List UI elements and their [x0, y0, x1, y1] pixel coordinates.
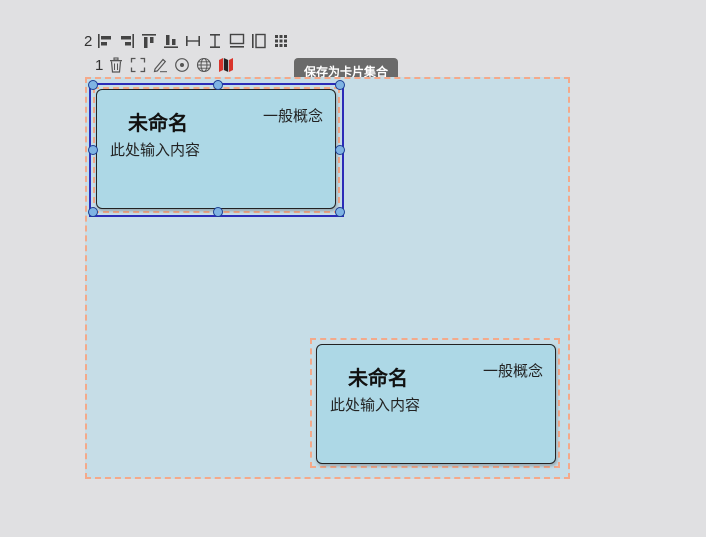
distribute-vertical-icon[interactable] — [206, 31, 224, 51]
map-icon[interactable] — [217, 55, 235, 75]
distribute-horizontal-icon[interactable] — [184, 31, 202, 51]
align-bottom-icon[interactable] — [162, 31, 180, 51]
same-height-icon[interactable] — [250, 31, 268, 51]
card-content[interactable]: 此处输入内容 — [330, 394, 420, 415]
card-type-label[interactable]: 一般概念 — [483, 360, 543, 381]
delete-icon[interactable] — [107, 55, 125, 75]
card-title[interactable]: 未命名 — [348, 362, 408, 391]
resize-handle-right[interactable] — [335, 145, 345, 155]
align-right-icon[interactable] — [118, 31, 136, 51]
align-left-icon[interactable] — [96, 31, 114, 51]
edit-icon[interactable] — [151, 55, 169, 75]
resize-handle-top-left[interactable] — [88, 80, 98, 90]
single-select-toolbar: 1 — [95, 55, 239, 75]
card-title[interactable]: 未命名 — [128, 107, 188, 136]
same-width-icon[interactable] — [228, 31, 246, 51]
resize-handle-bottom-left[interactable] — [88, 207, 98, 217]
resize-handle-bottom[interactable] — [213, 207, 223, 217]
globe-icon[interactable] — [195, 55, 213, 75]
target-icon[interactable] — [173, 55, 191, 75]
concept-card[interactable]: 未命名 一般概念 此处输入内容 — [316, 344, 556, 464]
resize-handle-bottom-right[interactable] — [335, 207, 345, 217]
resize-handle-top[interactable] — [213, 80, 223, 90]
selected-count: 2 — [84, 32, 93, 50]
grid-arrange-icon[interactable] — [272, 31, 290, 51]
fullscreen-icon[interactable] — [129, 55, 147, 75]
card-type-label[interactable]: 一般概念 — [263, 105, 323, 126]
resize-handle-left[interactable] — [88, 145, 98, 155]
selected-count: 1 — [95, 56, 104, 74]
multi-select-toolbar: 2 — [84, 31, 294, 51]
resize-handle-top-right[interactable] — [335, 80, 345, 90]
concept-card[interactable]: 未命名 一般概念 此处输入内容 — [96, 89, 336, 209]
card-content[interactable]: 此处输入内容 — [110, 139, 200, 160]
align-top-icon[interactable] — [140, 31, 158, 51]
